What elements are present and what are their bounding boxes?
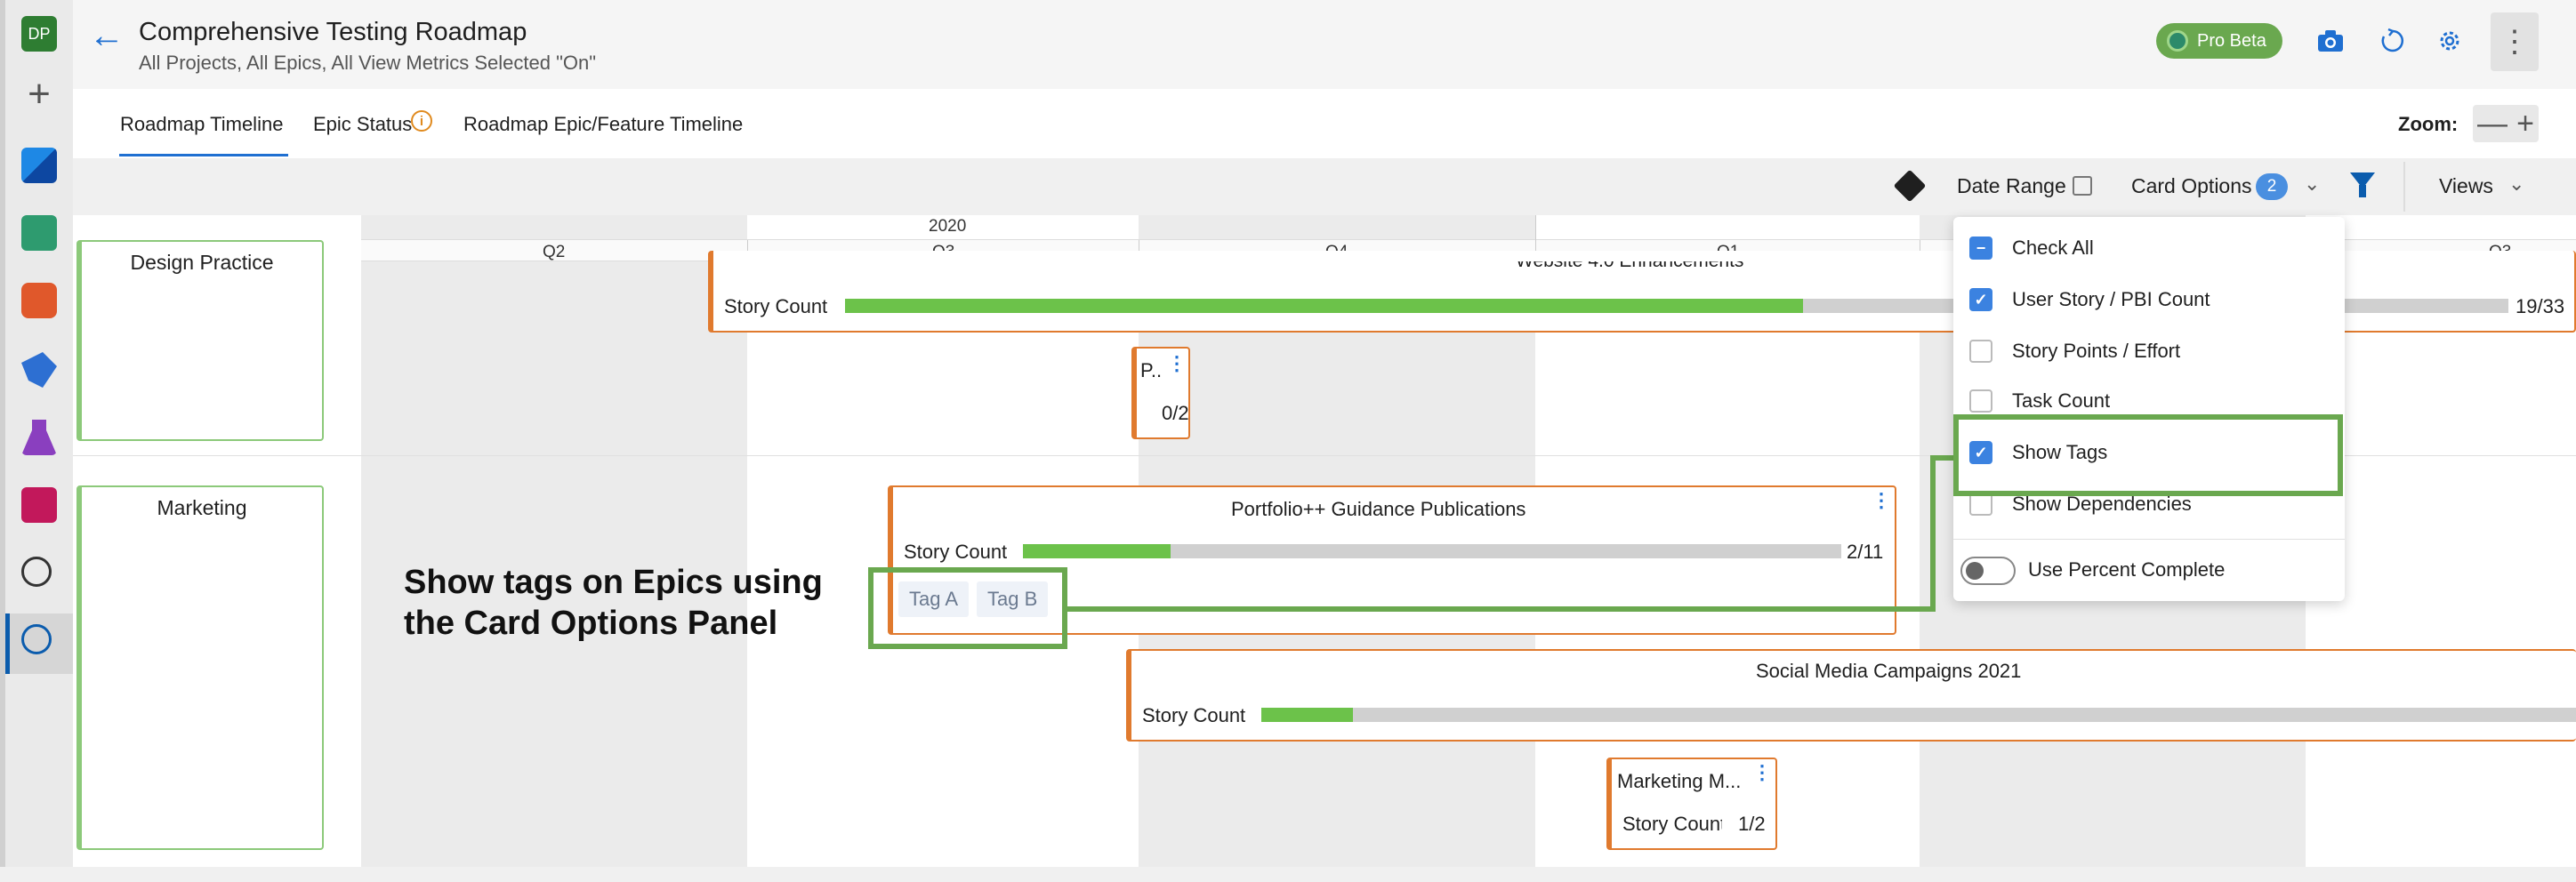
lane-card-design-practice[interactable]: Design Practice [76, 240, 324, 441]
epic-title: Social Media Campaigns 2021 [1756, 660, 2022, 682]
back-arrow-icon[interactable]: ← [89, 18, 125, 53]
page-title: Comprehensive Testing Roadmap [139, 18, 527, 46]
tab-bar [73, 89, 2576, 158]
zoom-out-button[interactable]: — [2477, 108, 2508, 139]
more-icon[interactable]: ⋮ [1167, 352, 1187, 375]
info-icon[interactable]: i [411, 110, 432, 132]
window-bottom-border [0, 867, 2576, 882]
check-all-option[interactable]: − Check All [1969, 237, 2094, 260]
camera-icon[interactable] [2311, 21, 2350, 60]
more-icon[interactable]: ⋮ [1752, 761, 1772, 784]
divider [1953, 539, 2345, 540]
plus-icon[interactable]: + [20, 75, 59, 116]
zoom-label: Zoom: [2398, 113, 2459, 135]
calendar-icon[interactable] [2073, 176, 2092, 196]
quarter-label: Q2 [543, 243, 566, 261]
chevron-down-icon[interactable]: ⌄ [2508, 172, 2524, 196]
badge-icon [2167, 30, 2188, 52]
divider [2403, 162, 2405, 212]
callout-connector [1067, 606, 1936, 612]
quarter-band [361, 215, 747, 867]
option-label: Check All [2012, 237, 2094, 259]
option-label: Story Points / Effort [2012, 340, 2181, 362]
repos-icon[interactable] [21, 283, 57, 318]
page-subtitle: All Projects, All Epics, All View Metric… [139, 52, 597, 74]
avatar[interactable]: DP [21, 16, 57, 52]
active-tab-indicator [119, 154, 288, 156]
packages-icon[interactable] [21, 487, 57, 523]
callout-connector [1930, 455, 1936, 612]
gear-icon[interactable] [2430, 21, 2469, 60]
story-count-value: 1/2 [1738, 813, 1766, 835]
progress-fill [1261, 708, 1354, 722]
toggle-label: Use Percent Complete [2028, 558, 2226, 581]
roadmap-search-icon[interactable] [21, 557, 52, 587]
boards-icon[interactable] [21, 148, 57, 183]
lane-title: Design Practice [130, 251, 274, 274]
tab-epic-status[interactable]: Epic Status [313, 113, 412, 136]
checkbox-checked-icon[interactable]: ✓ [1969, 288, 1992, 311]
story-count-value: 2/11 [1847, 541, 1884, 563]
callout-box-tags [868, 567, 1067, 649]
user-story-count-option[interactable]: ✓ User Story / PBI Count [1969, 288, 2210, 311]
chevron-down-icon[interactable]: ⌄ [2304, 172, 2320, 196]
story-count-label: Story Count [1142, 704, 1246, 726]
story-count-label: Story Count [904, 541, 1008, 563]
zoom-control[interactable]: — + [2473, 105, 2539, 142]
pro-beta-badge[interactable]: Pro Beta [2156, 23, 2282, 59]
task-count-option[interactable]: Task Count [1969, 389, 2110, 413]
date-range-button[interactable]: Date Range [1957, 174, 2066, 198]
zoom-in-button[interactable]: + [2516, 108, 2534, 139]
story-count-label: Story Count [724, 295, 828, 317]
epic-title: P.. [1140, 359, 1163, 381]
story-points-option[interactable]: Story Points / Effort [1969, 340, 2180, 363]
story-count-label: Story Count [1622, 813, 1722, 835]
checkbox-unchecked-icon[interactable] [1969, 389, 1992, 413]
progress-fill [845, 299, 1804, 313]
more-icon[interactable]: ⋮ [2491, 12, 2539, 71]
callout-box-show-tags [1953, 414, 2343, 496]
card-options-button[interactable]: Card Options [2131, 174, 2252, 198]
toggle-knob [1966, 562, 1984, 580]
test-plans-icon[interactable] [21, 215, 57, 251]
lane-card-marketing[interactable]: Marketing [76, 485, 324, 850]
annotation-line: Show tags on Epics using [404, 564, 823, 601]
year-divider [1535, 215, 1536, 240]
progress-bar [1261, 708, 2576, 722]
story-count-value: 0/2 [1162, 402, 1189, 424]
year-label: 2020 [929, 217, 967, 236]
annotation-line: the Card Options Panel [404, 605, 778, 642]
checkbox-indeterminate-icon[interactable]: − [1969, 237, 1992, 260]
card-options-count-badge: 2 [2256, 173, 2288, 200]
annotation-text: Show tags on Epics using the Card Option… [404, 562, 823, 644]
pro-badge-label: Pro Beta [2197, 30, 2266, 51]
epic-title: Portfolio++ Guidance Publications [1231, 498, 1526, 520]
roadmap-search-active-icon[interactable] [21, 624, 52, 654]
tab-roadmap-timeline[interactable]: Roadmap Timeline [120, 113, 283, 136]
progress-fill [1023, 544, 1171, 558]
epic-title: Marketing M... [1617, 770, 1742, 792]
story-count-value: 19/33 [2516, 295, 2565, 317]
refresh-icon[interactable] [2373, 21, 2412, 60]
tab-roadmap-epic-feature-timeline[interactable]: Roadmap Epic/Feature Timeline [463, 113, 743, 136]
filter-icon-stem [2359, 185, 2366, 197]
lane-title: Marketing [157, 496, 247, 519]
progress-bar [1023, 544, 1841, 558]
checkbox-unchecked-icon[interactable] [1969, 340, 1992, 363]
option-label: User Story / PBI Count [2012, 288, 2210, 310]
more-icon[interactable]: ⋮ [1872, 489, 1891, 512]
views-button[interactable]: Views [2439, 174, 2493, 198]
option-label: Task Count [2012, 389, 2111, 412]
